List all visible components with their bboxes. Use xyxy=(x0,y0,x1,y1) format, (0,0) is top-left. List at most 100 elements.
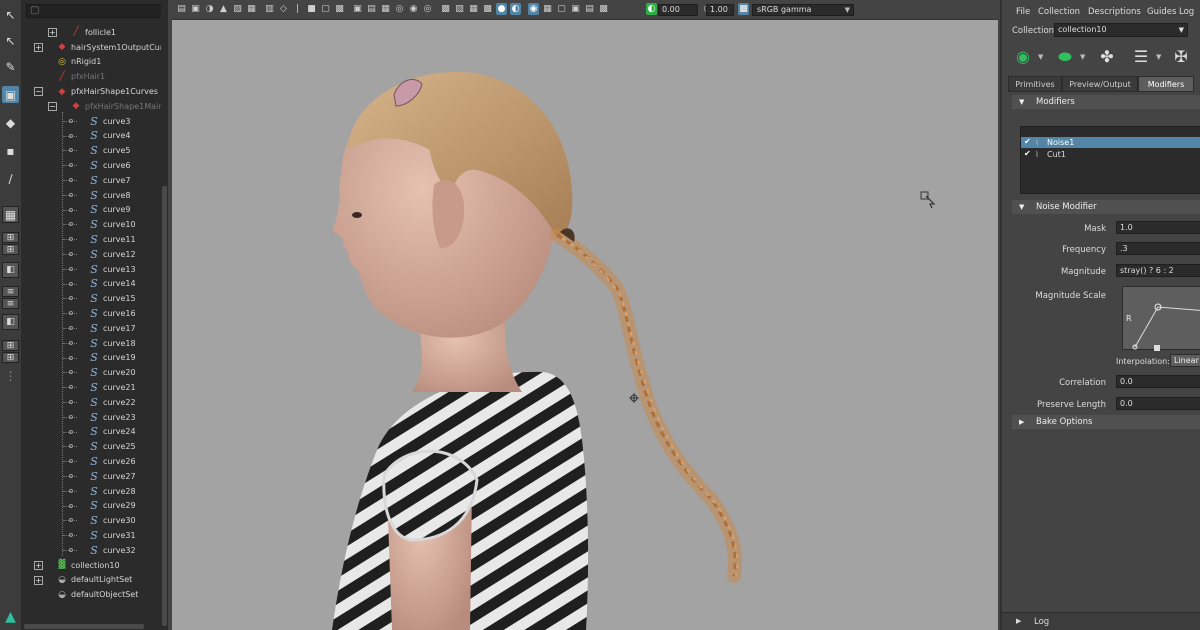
four-view-alt-icon[interactable]: ⊞ xyxy=(2,244,19,255)
fullscreen-icon[interactable]: ▩ xyxy=(598,3,609,15)
outliner-row[interactable]: Scurve15 xyxy=(88,291,135,306)
expand-icon[interactable]: + xyxy=(34,560,43,570)
modifier-item-noise1[interactable]: ✔ ⌇ Noise1 xyxy=(1021,137,1200,148)
menu-descriptions[interactable]: Descriptions xyxy=(1088,7,1141,17)
expand-icon[interactable]: + xyxy=(48,28,57,37)
modifier-item-cut1[interactable]: ✔ ⌇ Cut1 xyxy=(1021,149,1200,160)
motion-blur-icon[interactable]: ▨ xyxy=(454,3,465,15)
outliner-row[interactable]: − ◆ pfxHairShape1Main xyxy=(48,99,163,114)
outliner-row[interactable]: Scurve4 xyxy=(88,129,130,144)
checkmark-icon[interactable]: ✔ xyxy=(1024,137,1033,146)
textured-icon[interactable]: ◎ xyxy=(394,3,405,15)
magnitude-scale-ramp[interactable]: R xyxy=(1122,286,1200,351)
add-modifier-icon[interactable]: ✤ xyxy=(1094,44,1120,70)
outliner-hscrollbar[interactable] xyxy=(22,623,162,630)
preserve-length-field[interactable]: 0.0 xyxy=(1116,397,1200,410)
ambient-occlusion-icon[interactable]: ▩ xyxy=(440,3,451,15)
outliner-row[interactable]: ◎ nRigid1 xyxy=(56,55,101,70)
outliner-vscroll-thumb[interactable] xyxy=(162,186,167,626)
color-mgmt-icon[interactable]: ▩ xyxy=(738,3,749,15)
outliner-row[interactable]: + ▓ collection10 xyxy=(34,558,120,573)
mask-field[interactable]: 1.0 xyxy=(1116,221,1200,234)
log-section[interactable]: ▶ Log xyxy=(1002,612,1200,630)
paint-select-icon[interactable]: ✎ xyxy=(2,58,19,75)
outliner-hscroll-thumb[interactable] xyxy=(24,624,144,629)
outliner-row[interactable]: Scurve24 xyxy=(88,425,135,440)
outliner-row[interactable]: Scurve13 xyxy=(88,262,135,277)
bookmark-icon[interactable]: ▣ xyxy=(190,3,201,15)
outliner-row[interactable]: Scurve10 xyxy=(88,217,135,232)
move-tool-icon[interactable]: ▣ xyxy=(2,86,19,103)
xray-icon[interactable]: ● xyxy=(496,3,507,15)
layout-grid-icon[interactable]: ⊞ xyxy=(2,340,19,351)
menu-collection[interactable]: Collection xyxy=(1038,7,1080,17)
xray-joints-icon[interactable]: ◐ xyxy=(510,3,521,15)
outliner-row[interactable]: Scurve9 xyxy=(88,203,130,218)
outliner-row[interactable]: Scurve12 xyxy=(88,247,135,262)
frame-icon[interactable]: ▣ xyxy=(570,3,581,15)
outliner-row[interactable]: Scurve30 xyxy=(88,513,135,528)
bake-options-section-header[interactable]: ▶ Bake Options xyxy=(1012,415,1200,429)
expand-icon[interactable]: + xyxy=(34,575,43,585)
outliner-row[interactable]: Scurve8 xyxy=(88,188,130,203)
outliner-row[interactable]: Scurve32 xyxy=(88,543,135,558)
image-plane-icon[interactable]: ◑ xyxy=(204,3,215,15)
chevron-down-icon[interactable]: ▼ xyxy=(1080,53,1085,61)
outliner-row[interactable]: Scurve16 xyxy=(88,306,135,321)
chevron-down-icon[interactable]: ▼ xyxy=(1156,53,1161,61)
outliner-row[interactable]: Scurve31 xyxy=(88,528,135,543)
single-view-icon[interactable]: ▦ xyxy=(2,206,19,223)
collapse-icon[interactable]: − xyxy=(34,87,43,97)
layout-h2-icon[interactable]: ≡ xyxy=(2,298,19,309)
outliner-row[interactable]: + ╱ follicle1 xyxy=(48,25,116,40)
layout-h-icon[interactable]: ≡ xyxy=(2,286,19,297)
antialias-icon[interactable]: ▦ xyxy=(468,3,479,15)
measure-tool-icon[interactable]: ∕ xyxy=(2,170,19,187)
select-tool-icon[interactable]: ↖ xyxy=(2,6,19,23)
film-gate-icon[interactable]: ▥ xyxy=(264,3,275,15)
outliner-row[interactable]: Scurve17 xyxy=(88,321,135,336)
ramp-handle-icon[interactable] xyxy=(1154,345,1160,351)
checkmark-icon[interactable]: ✔ xyxy=(1024,149,1033,158)
outliner-row[interactable]: Scurve6 xyxy=(88,158,130,173)
outliner-filter[interactable]: ▢ xyxy=(26,4,166,18)
outliner-row[interactable]: Scurve28 xyxy=(88,484,135,499)
camera-attr-icon[interactable]: ▤ xyxy=(176,3,187,15)
visibility-eye-icon[interactable]: ⬬ xyxy=(1052,44,1078,70)
add-fx-icon[interactable]: ✠ xyxy=(1168,44,1194,70)
default-material-icon[interactable]: ▦ xyxy=(380,3,391,15)
outliner-row[interactable]: − ◆ pfxHairShape1Curves xyxy=(34,84,158,99)
hud-icon[interactable]: ▤ xyxy=(584,3,595,15)
rotate-tool-icon[interactable]: ◆ xyxy=(2,114,19,131)
field-chart-icon[interactable]: ■ xyxy=(306,3,317,15)
outliner-row[interactable]: Scurve27 xyxy=(88,469,135,484)
four-view-icon[interactable]: ⊞ xyxy=(2,232,19,243)
smooth-shade-icon[interactable]: ▤ xyxy=(366,3,377,15)
collapse-icon[interactable]: − xyxy=(48,102,57,111)
outliner-row[interactable]: Scurve20 xyxy=(88,365,135,380)
exposure-toggle-icon[interactable]: ◐ xyxy=(646,3,657,15)
menu-guides[interactable]: Guides xyxy=(1147,7,1176,17)
interpolation-dropdown[interactable]: Linear xyxy=(1170,354,1200,367)
outliner-vscrollbar[interactable] xyxy=(161,0,168,630)
safe-action-icon[interactable]: ▢ xyxy=(320,3,331,15)
scale-tool-icon[interactable]: ▪ xyxy=(2,142,19,159)
outliner-row[interactable]: Scurve19 xyxy=(88,351,135,366)
outliner-row[interactable]: Scurve25 xyxy=(88,439,135,454)
exposure-field[interactable]: 0.00 xyxy=(658,4,698,16)
outliner-row[interactable]: Scurve23 xyxy=(88,410,135,425)
gamma-field[interactable]: 1.00 xyxy=(706,4,734,16)
chevron-down-icon[interactable]: ▼ xyxy=(1038,53,1043,61)
layout-grid2-icon[interactable]: ⊞ xyxy=(2,352,19,363)
layout-list-icon[interactable]: ⋮ xyxy=(2,368,19,384)
frequency-field[interactable]: .3 xyxy=(1116,242,1200,255)
camera-select-icon[interactable]: ▢ xyxy=(556,3,567,15)
safe-title-icon[interactable]: ▩ xyxy=(334,3,345,15)
color-space-dropdown[interactable]: sRGB gamma ▼ xyxy=(752,4,854,16)
outliner-row[interactable]: + ◒ defaultLightSet xyxy=(34,573,132,588)
viewport-2-icon[interactable]: ▦ xyxy=(542,3,553,15)
tab-modifiers[interactable]: Modifiers xyxy=(1138,76,1194,92)
outliner-row[interactable]: ╱ pfxHair1 xyxy=(56,69,105,84)
preview-eye-icon[interactable]: ◉ xyxy=(1010,44,1036,70)
resolution-gate-icon[interactable]: ◇ xyxy=(278,3,289,15)
